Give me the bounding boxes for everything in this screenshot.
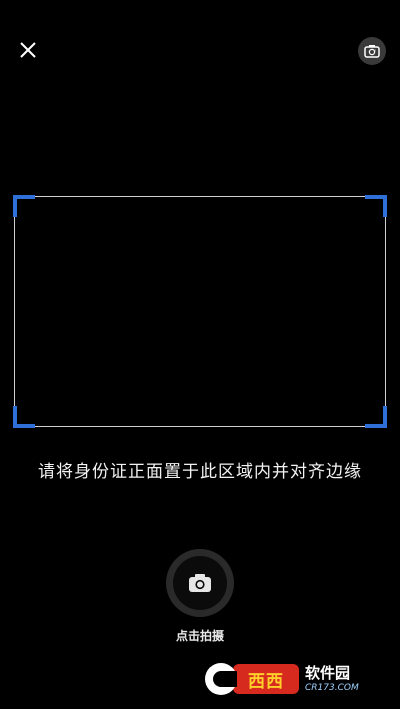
id-card-scan-frame <box>13 195 387 428</box>
watermark-logo-c <box>205 663 237 695</box>
camera-flip-icon <box>364 45 380 58</box>
watermark-text: 软件园 CR173.COM <box>305 663 359 693</box>
camera-icon <box>189 574 211 592</box>
frame-corner-top-left <box>13 195 35 217</box>
watermark-brand: 软件园 <box>305 663 351 682</box>
capture-button[interactable] <box>166 549 234 617</box>
close-button[interactable] <box>14 36 42 64</box>
switch-camera-button[interactable] <box>358 37 386 65</box>
scan-hint-text: 请将身份证正面置于此区域内并对齐边缘 <box>38 462 362 482</box>
capture-button-inner <box>173 556 227 610</box>
frame-corner-top-right <box>365 195 387 217</box>
frame-corner-bottom-left <box>13 406 35 428</box>
close-icon <box>20 42 36 58</box>
site-watermark: 西西 软件园 CR173.COM <box>205 660 391 698</box>
watermark-domain: CR173.COM <box>305 682 359 693</box>
watermark-mark: 西西 <box>233 664 299 694</box>
capture-label: 点击拍摄 <box>175 629 224 643</box>
frame-corner-bottom-right <box>365 406 387 428</box>
